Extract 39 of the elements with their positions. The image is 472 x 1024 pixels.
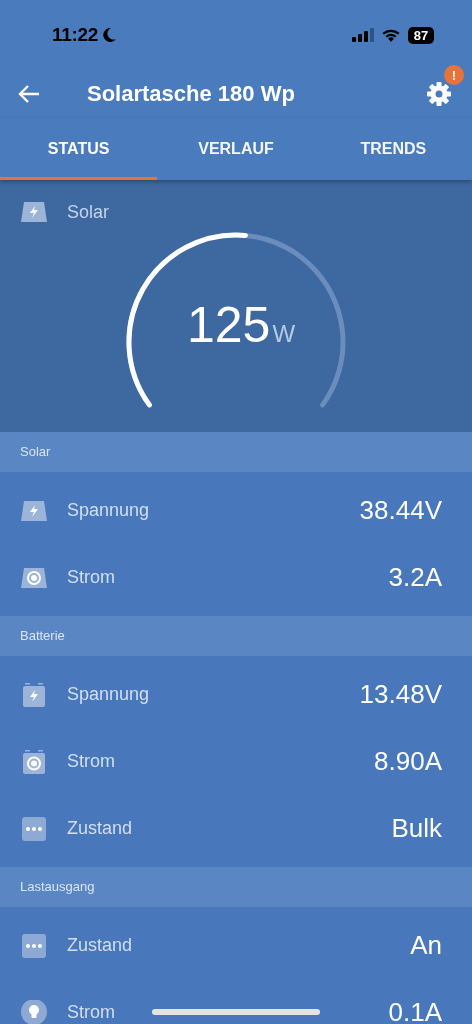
settings-icon[interactable] bbox=[426, 81, 452, 107]
solar-panel-target-icon bbox=[20, 565, 48, 590]
row-value: An bbox=[410, 930, 442, 961]
row-label: Spannung bbox=[67, 684, 150, 705]
dots-icon bbox=[20, 933, 48, 958]
row-value: 38.44V bbox=[359, 495, 442, 526]
row-label: Spannung bbox=[67, 500, 150, 521]
power-value: 125 bbox=[186, 296, 271, 354]
dots-icon bbox=[20, 816, 48, 841]
row-label: Strom bbox=[67, 751, 115, 772]
section-title: Solar bbox=[20, 443, 51, 461]
section-title: Batterie bbox=[20, 627, 65, 645]
row-label: Zustand bbox=[67, 818, 133, 839]
clock-time: 11:22 bbox=[52, 24, 99, 46]
alert-badge: ! bbox=[444, 65, 464, 85]
gauge-label: Solar bbox=[67, 201, 110, 223]
row-label: Strom bbox=[67, 1002, 115, 1023]
power-unit: W bbox=[272, 320, 296, 348]
screen-title: Solartasche 180 Wp bbox=[87, 81, 296, 107]
row-value: 3.2A bbox=[388, 562, 442, 593]
row-value: Bulk bbox=[391, 813, 442, 844]
section-title: Lastausgang bbox=[20, 878, 95, 896]
back-arrow-icon[interactable] bbox=[18, 84, 40, 104]
solar-panel-bolt-icon bbox=[20, 498, 48, 523]
signal-icon bbox=[352, 28, 374, 42]
row-label: Zustand bbox=[67, 935, 133, 956]
battery-level: 87 bbox=[408, 26, 434, 44]
solar-panel-icon bbox=[20, 200, 48, 224]
row-value: 0.1A bbox=[388, 997, 442, 1024]
battery-bolt-icon bbox=[20, 682, 48, 707]
battery-target-icon bbox=[20, 749, 48, 774]
wifi-icon bbox=[381, 28, 401, 42]
moon-icon bbox=[102, 27, 117, 43]
row-label: Strom bbox=[67, 567, 115, 588]
row-value: 8.90A bbox=[374, 746, 442, 777]
lightbulb-icon bbox=[20, 999, 48, 1024]
tab[interactable]: TRENDS bbox=[314, 118, 472, 180]
row-value: 13.48V bbox=[359, 679, 442, 710]
tab[interactable]: VERLAUF bbox=[157, 118, 315, 180]
